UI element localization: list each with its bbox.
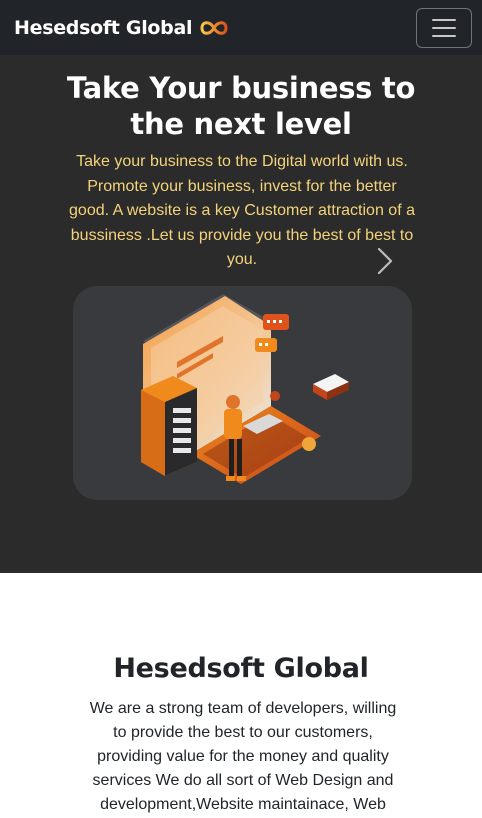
hero-illustration-card	[73, 286, 412, 500]
brand-name: Hesedsoft Global	[14, 16, 193, 39]
hero-description: Take your business to the Digital world …	[69, 153, 415, 268]
hero-title: Take Your business to the next level	[66, 71, 416, 141]
infinity-logo-icon	[200, 20, 228, 35]
navbar-toggle-button[interactable]	[416, 7, 472, 48]
about-description: We are a strong team of developers, will…	[89, 700, 397, 813]
hamburger-menu-icon	[432, 18, 456, 21]
about-section: Hesedsoft Global We are a strong team of…	[0, 573, 482, 818]
navbar: Hesedsoft Global	[0, 0, 482, 55]
brand-link[interactable]: Hesedsoft Global	[14, 17, 230, 39]
about-title: Hesedsoft Global	[113, 653, 369, 684]
hero-carousel: Take Your business to the next level Tak…	[0, 55, 482, 573]
chevron-right-icon[interactable]	[370, 243, 400, 279]
developer-laptop-server-illustration	[141, 294, 349, 484]
